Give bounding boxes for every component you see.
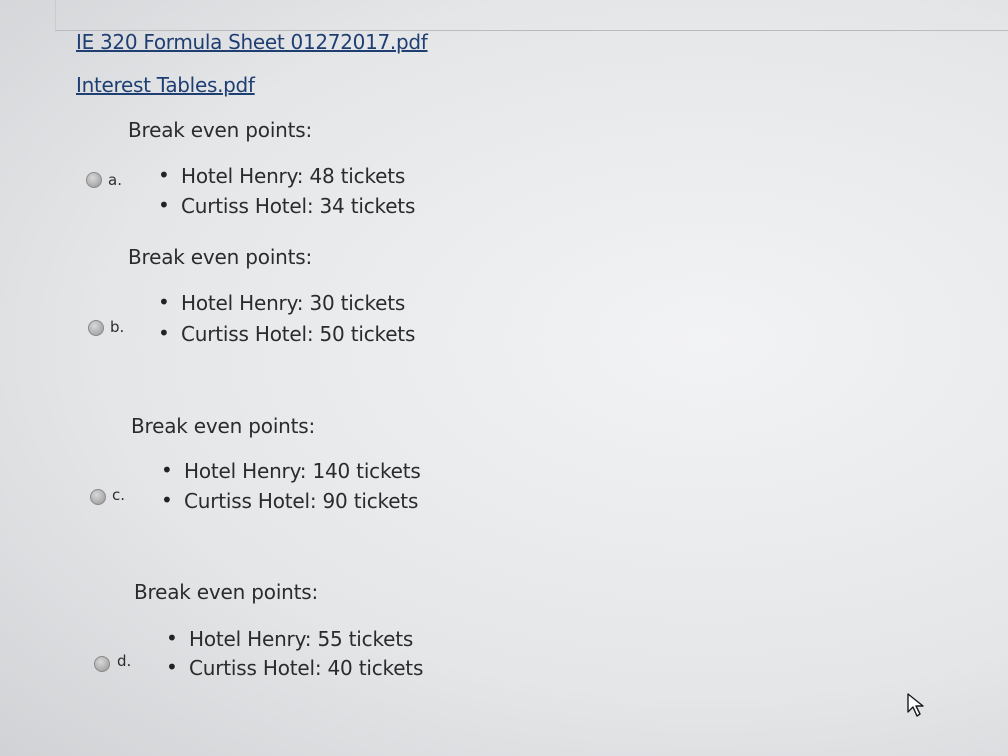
formula-sheet-link[interactable]: IE 320 Formula Sheet 01272017.pdf	[76, 30, 428, 54]
option-c-item-2: Curtiss Hotel: 90 tickets	[184, 489, 419, 513]
option-b-item-2: Curtiss Hotel: 50 tickets	[181, 322, 416, 346]
option-d-item-1: Hotel Henry: 55 tickets	[189, 627, 414, 651]
option-a-item-2: Curtiss Hotel: 34 tickets	[181, 194, 416, 218]
option-d-radio[interactable]	[94, 656, 110, 672]
option-b-heading: Break even points:	[128, 245, 313, 269]
option-a-heading: Break even points:	[128, 118, 313, 142]
option-a-item-1: Hotel Henry: 48 tickets	[181, 164, 406, 188]
option-d-item-2: Curtiss Hotel: 40 tickets	[189, 656, 424, 680]
bullet-icon: •	[161, 458, 173, 482]
interest-tables-link[interactable]: Interest Tables.pdf	[76, 73, 255, 97]
option-b-radio[interactable]	[88, 320, 104, 336]
option-b-letter: b.	[110, 318, 125, 336]
bullet-icon: •	[158, 321, 170, 345]
bullet-icon: •	[161, 488, 173, 512]
option-c-heading: Break even points:	[131, 414, 316, 438]
bullet-icon: •	[158, 193, 170, 217]
bullet-icon: •	[166, 655, 178, 679]
option-d-letter: d.	[117, 652, 132, 670]
option-b-item-1: Hotel Henry: 30 tickets	[181, 291, 406, 315]
option-c-item-1: Hotel Henry: 140 tickets	[184, 459, 421, 483]
screen: IE 320 Formula Sheet 01272017.pdf Intere…	[0, 0, 1008, 756]
top-panel-border	[55, 0, 1008, 31]
option-d-heading: Break even points:	[134, 580, 319, 604]
option-a-radio[interactable]	[86, 172, 102, 188]
option-a-letter: a.	[108, 171, 122, 189]
option-c-radio[interactable]	[90, 489, 106, 505]
mouse-pointer-icon	[906, 692, 928, 722]
bullet-icon: •	[166, 626, 178, 650]
bullet-icon: •	[158, 290, 170, 314]
bullet-icon: •	[158, 163, 170, 187]
option-c-letter: c.	[112, 486, 126, 504]
